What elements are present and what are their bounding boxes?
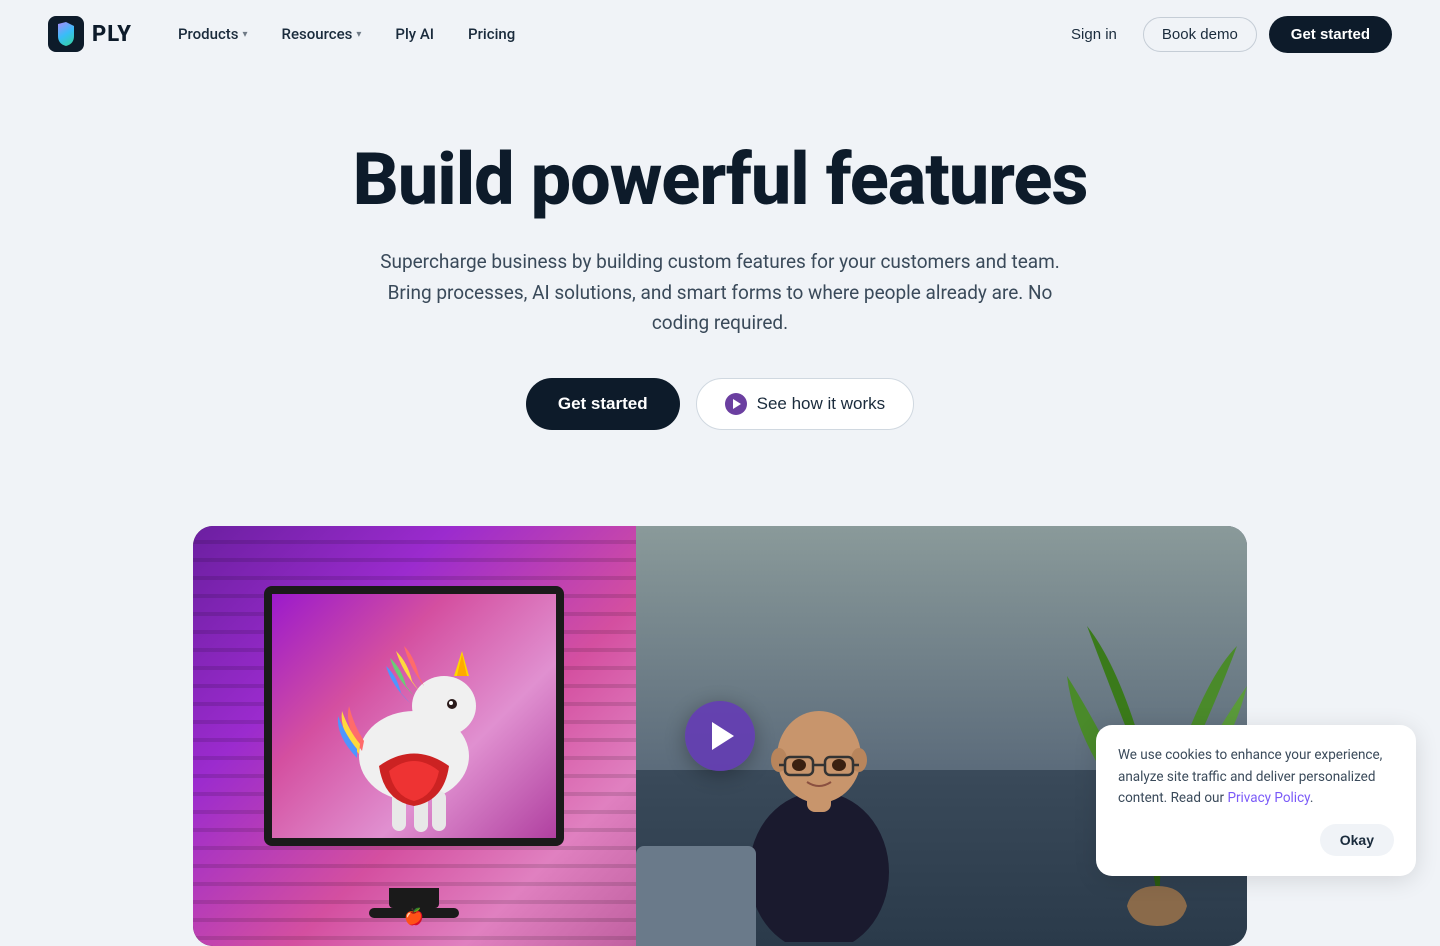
get-started-nav-button[interactable]: Get started [1269, 16, 1392, 53]
nav-products[interactable]: Products ▾ [164, 17, 262, 51]
hero-buttons: Get started See how it works [218, 378, 1222, 430]
play-icon [725, 393, 747, 415]
privacy-policy-link[interactable]: Privacy Policy [1227, 790, 1309, 806]
nav-ply-ai[interactable]: Ply AI [381, 17, 448, 51]
video-left-panel: 🍎 [193, 526, 636, 946]
signin-button[interactable]: Sign in [1057, 18, 1131, 51]
hero-subtitle: Supercharge business by building custom … [370, 247, 1070, 338]
cookie-text: We use cookies to enhance your experienc… [1118, 745, 1394, 810]
logo-icon [48, 16, 84, 52]
unicorn-image [314, 596, 514, 836]
hero-section: Build powerful features Supercharge busi… [170, 68, 1270, 526]
chevron-down-icon: ▾ [243, 29, 248, 40]
hero-title: Build powerful features [218, 140, 1222, 219]
nav-actions: Sign in Book demo Get started [1057, 16, 1392, 53]
navbar: PLY Products ▾ Resources ▾ Ply AI Pricin… [0, 0, 1440, 68]
see-how-button[interactable]: See how it works [696, 378, 915, 430]
cookie-banner: We use cookies to enhance your experienc… [1096, 725, 1416, 876]
video-wrapper: 🍎 [193, 526, 1247, 946]
cookie-actions: Okay [1118, 824, 1394, 856]
chevron-down-icon: ▾ [356, 29, 361, 40]
play-button[interactable] [685, 701, 755, 771]
get-started-hero-button[interactable]: Get started [526, 378, 680, 430]
book-demo-button[interactable]: Book demo [1143, 17, 1257, 52]
nav-links: Products ▾ Resources ▾ Ply AI Pricing [164, 17, 1057, 51]
nav-pricing[interactable]: Pricing [454, 17, 529, 51]
cookie-okay-button[interactable]: Okay [1320, 824, 1394, 856]
nav-resources[interactable]: Resources ▾ [268, 17, 376, 51]
logo-text: PLY [92, 22, 132, 47]
logo-link[interactable]: PLY [48, 16, 132, 52]
